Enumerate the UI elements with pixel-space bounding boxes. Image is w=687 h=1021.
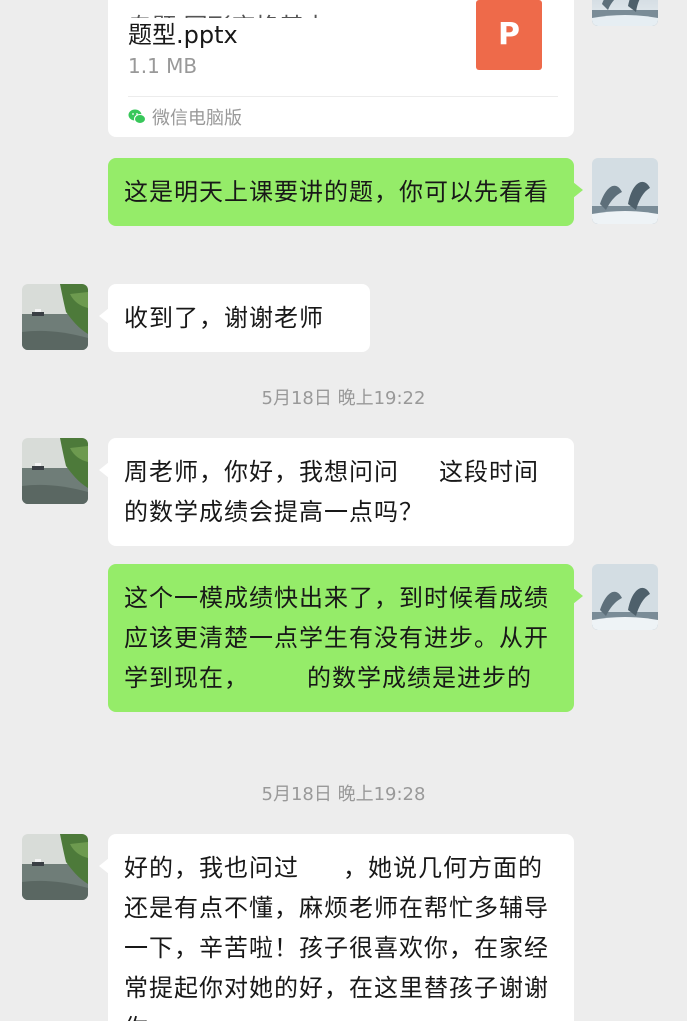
file-source-label: 微信电脑版 bbox=[152, 108, 242, 129]
chat-view[interactable]: 专题 图形变换基本 题型.pptx 1.1 MB P 微信电脑版 这是明天上课要… bbox=[0, 0, 687, 1021]
lake-avatar-icon bbox=[22, 834, 88, 900]
timestamp: 5月18日 晚上19:28 bbox=[261, 784, 426, 805]
wechat-icon bbox=[128, 109, 146, 124]
file-source: 微信电脑版 bbox=[128, 104, 242, 130]
timestamp: 5月18日 晚上19:22 bbox=[261, 388, 426, 409]
message-bubble-outgoing[interactable]: 这是明天上课要讲的题，你可以先看看 bbox=[108, 158, 583, 226]
file-name: 专题 图形变换基本 题型.pptx bbox=[128, 10, 458, 52]
teacher-avatar[interactable] bbox=[592, 158, 658, 224]
lake-avatar-icon bbox=[22, 284, 88, 350]
parent-avatar[interactable] bbox=[22, 438, 88, 504]
lake-avatar-icon bbox=[22, 438, 88, 504]
file-size: 1.1 MB bbox=[128, 54, 198, 78]
message-bubble-incoming[interactable]: 收到了，谢谢老师 bbox=[99, 284, 370, 352]
message-bubble-outgoing[interactable]: 这个一模成绩快出来了，到时候看成绩应该更清楚一点学生有没有进步。从开学到现在， … bbox=[108, 564, 583, 712]
message-text-part: 的数学成绩是进步的 bbox=[307, 664, 532, 692]
file-divider bbox=[128, 96, 558, 97]
message-text: 收到了，谢谢老师 bbox=[124, 304, 324, 332]
file-message-card[interactable]: 专题 图形变换基本 题型.pptx 1.1 MB P 微信电脑版 bbox=[108, 0, 574, 137]
message-text: 这是明天上课要讲的题，你可以先看看 bbox=[124, 178, 549, 206]
parent-avatar[interactable] bbox=[22, 834, 88, 900]
teacher-avatar[interactable] bbox=[592, 0, 658, 26]
message-bubble-incoming[interactable]: 周老师，你好，我想问问 这段时间的数学成绩会提高一点吗？ bbox=[99, 438, 574, 546]
teacher-avatar[interactable] bbox=[592, 564, 658, 630]
file-name-line2: 题型.pptx bbox=[128, 21, 238, 49]
pptx-file-icon: P bbox=[476, 0, 542, 70]
dolphin-avatar-icon bbox=[592, 0, 658, 26]
dolphin-avatar-icon bbox=[592, 158, 658, 224]
parent-avatar[interactable] bbox=[22, 284, 88, 350]
message-text-part: 好的，我也问过 bbox=[124, 854, 299, 882]
dolphin-avatar-icon bbox=[592, 564, 658, 630]
message-bubble-incoming[interactable]: 好的，我也问过 ，她说几何方面的还是有点不懂，麻烦老师在帮忙多辅导一下，辛苦啦！… bbox=[99, 834, 574, 1021]
file-name-line1: 专题 图形变换基本 bbox=[128, 10, 458, 18]
message-text-part: 周老师，你好，我想问问 bbox=[124, 458, 399, 486]
